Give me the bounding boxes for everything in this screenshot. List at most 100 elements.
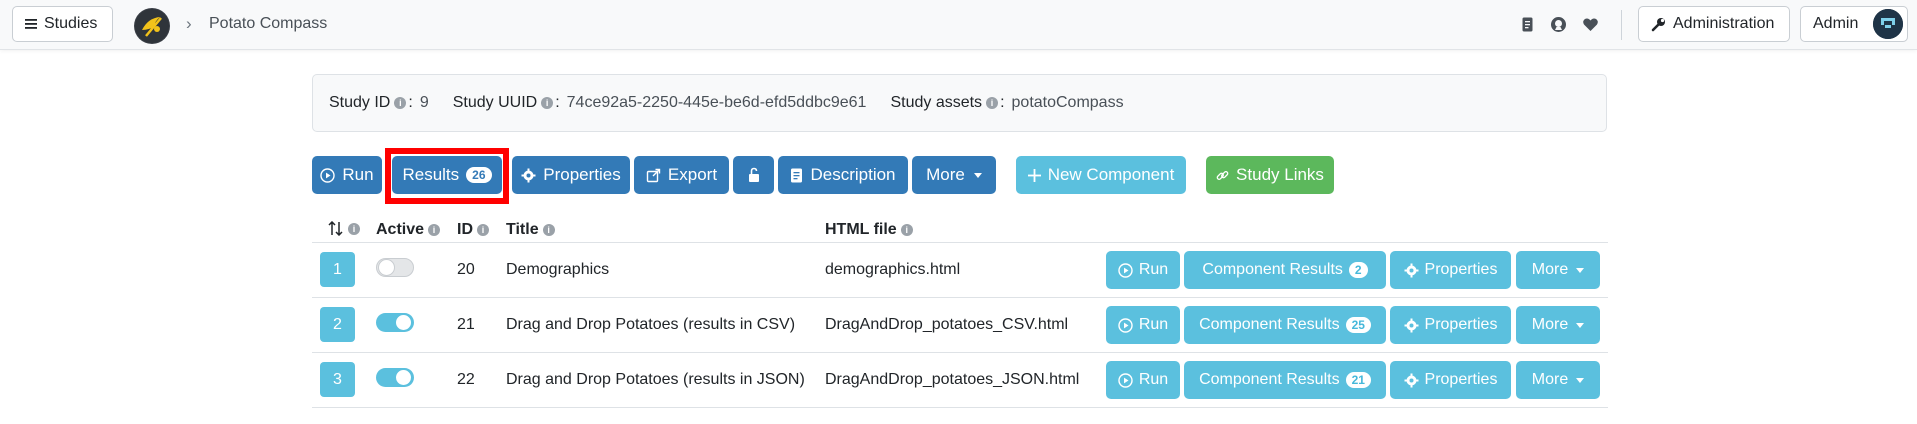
- administration-button[interactable]: Administration: [1638, 6, 1790, 42]
- description-button[interactable]: Description: [778, 156, 908, 194]
- study-id-item: Study ID i : 9: [329, 94, 429, 112]
- lock-toggle-button[interactable]: [733, 156, 774, 194]
- administration-label: Administration: [1673, 15, 1775, 32]
- study-id-label: Study ID: [329, 94, 391, 111]
- component-properties-button[interactable]: Properties: [1390, 306, 1511, 344]
- component-results-label: Component Results: [1202, 261, 1343, 278]
- table-divider: [312, 297, 1608, 298]
- component-properties-button[interactable]: Properties: [1390, 361, 1511, 399]
- info-icon[interactable]: i: [428, 224, 441, 236]
- document-icon[interactable]: [1519, 16, 1536, 33]
- export-button[interactable]: Export: [634, 156, 729, 194]
- study-links-label: Study Links: [1236, 165, 1324, 184]
- studies-button[interactable]: Studies: [12, 6, 113, 42]
- title-header-label: Title: [506, 221, 539, 238]
- run-study-button[interactable]: Run: [312, 156, 382, 194]
- github-icon[interactable]: [1550, 16, 1567, 33]
- active-toggle[interactable]: [376, 313, 414, 332]
- info-icon[interactable]: i: [541, 97, 554, 109]
- component-id: 22: [457, 371, 475, 388]
- position-badge[interactable]: 2: [320, 307, 355, 342]
- info-icon[interactable]: i: [394, 97, 407, 109]
- study-id-value: 9: [419, 94, 429, 111]
- html-file-header-label: HTML file: [825, 221, 897, 238]
- component-results-count-badge: 21: [1345, 372, 1371, 388]
- component-html-file: DragAndDrop_potatoes_CSV.html: [825, 316, 1069, 333]
- more-label: More: [1531, 261, 1569, 278]
- col-header-title: Title i: [506, 221, 555, 239]
- results-count-badge: 26: [466, 167, 492, 183]
- toggle-knob: [396, 315, 411, 330]
- component-results-label: Component Results: [1199, 371, 1340, 388]
- info-icon[interactable]: i: [542, 224, 555, 236]
- description-label: Description: [810, 165, 896, 184]
- study-info-panel: Study ID i : 9 Study UUID i : 74ce92a5-2…: [312, 74, 1607, 132]
- component-results-button[interactable]: Component Results 25: [1184, 306, 1386, 344]
- component-properties-button[interactable]: Properties: [1390, 251, 1511, 289]
- results-label: Results: [402, 165, 460, 184]
- properties-label: Properties: [1424, 371, 1498, 388]
- colon: :: [1000, 94, 1005, 111]
- caret-down-icon: [1576, 377, 1585, 383]
- position-badge[interactable]: 3: [320, 362, 355, 397]
- active-toggle[interactable]: [376, 368, 414, 387]
- sort-arrows-icon: [328, 221, 344, 236]
- component-more-button[interactable]: More: [1516, 361, 1600, 399]
- run-component-button[interactable]: Run: [1106, 251, 1180, 289]
- component-results-count-badge: 25: [1345, 317, 1371, 333]
- user-menu-button[interactable]: Admin: [1800, 6, 1908, 42]
- component-title: Drag and Drop Potatoes (results in CSV): [506, 316, 796, 333]
- gear-icon: [1404, 318, 1419, 333]
- component-html-file: DragAndDrop_potatoes_JSON.html: [825, 371, 1080, 388]
- heart-icon[interactable]: [1582, 16, 1599, 33]
- col-header-active: Active i: [376, 221, 441, 239]
- caret-down-icon: [1576, 267, 1585, 273]
- new-component-label: New Component: [1047, 165, 1175, 184]
- results-button[interactable]: Results 26: [392, 156, 502, 194]
- app-logo[interactable]: [134, 8, 170, 44]
- avatar: [1873, 9, 1903, 39]
- position-badge[interactable]: 1: [320, 252, 355, 287]
- component-more-button[interactable]: More: [1516, 251, 1600, 289]
- colon: :: [555, 94, 560, 111]
- plus-icon: [1027, 168, 1041, 182]
- gear-icon: [521, 168, 536, 183]
- table-divider: [312, 407, 1608, 408]
- component-id: 20: [457, 261, 475, 278]
- run-component-button[interactable]: Run: [1106, 306, 1180, 344]
- breadcrumb-chevron-icon: ›: [186, 14, 192, 33]
- new-component-button[interactable]: New Component: [1016, 156, 1186, 194]
- info-icon[interactable]: i: [348, 222, 360, 235]
- info-icon[interactable]: i: [900, 224, 913, 236]
- info-icon[interactable]: i: [986, 97, 999, 109]
- study-assets-value: potatoCompass: [1011, 94, 1124, 111]
- component-results-button[interactable]: Component Results 21: [1184, 361, 1386, 399]
- study-links-button[interactable]: Study Links: [1206, 156, 1334, 194]
- col-header-id: ID i: [457, 221, 489, 239]
- more-label: More: [926, 165, 965, 184]
- external-link-icon: [646, 168, 661, 183]
- component-results-count-badge: 2: [1348, 262, 1368, 278]
- component-results-button[interactable]: Component Results 2: [1184, 251, 1386, 289]
- play-circle-icon: [1118, 372, 1133, 388]
- run-label: Run: [342, 165, 374, 184]
- run-label: Run: [1138, 261, 1169, 278]
- navbar-divider: [1621, 10, 1622, 40]
- studies-label: Studies: [44, 15, 98, 32]
- breadcrumb-study[interactable]: Potato Compass: [209, 15, 327, 33]
- run-label: Run: [1138, 316, 1169, 333]
- play-circle-icon: [1118, 317, 1133, 333]
- active-toggle[interactable]: [376, 258, 414, 277]
- info-icon[interactable]: i: [477, 224, 489, 236]
- col-header-position[interactable]: i: [328, 221, 360, 236]
- user-label: Admin: [1813, 15, 1859, 32]
- study-assets-item: Study assets i : potatoCompass: [890, 94, 1123, 112]
- wrench-icon: [1651, 17, 1666, 32]
- more-dropdown-button[interactable]: More: [912, 156, 996, 194]
- component-id: 21: [457, 316, 475, 333]
- run-component-button[interactable]: Run: [1106, 361, 1180, 399]
- properties-button[interactable]: Properties: [512, 156, 630, 194]
- colon: :: [408, 94, 413, 111]
- toggle-knob: [379, 260, 394, 275]
- component-more-button[interactable]: More: [1516, 306, 1600, 344]
